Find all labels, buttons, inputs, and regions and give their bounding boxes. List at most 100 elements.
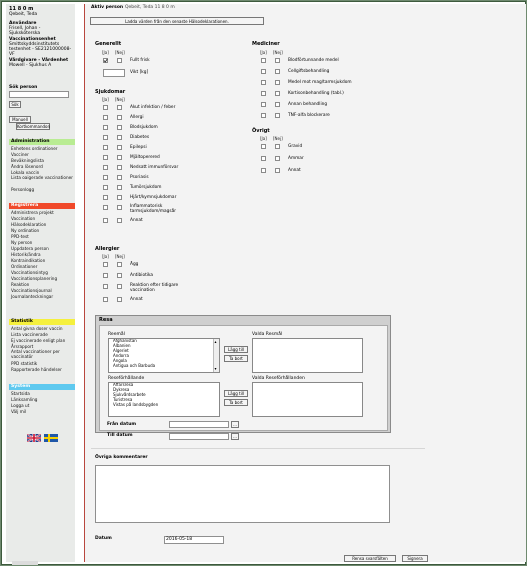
destination-option[interactable]: Antigua och Barbuda	[111, 363, 219, 369]
nav-stats-item[interactable]: Lista vaccinerade	[11, 332, 48, 337]
nav-register-item[interactable]: Ny ordination	[11, 228, 39, 233]
nav-register-item[interactable]: Hälsodeklaration	[11, 222, 46, 227]
disease-no-checkbox[interactable]	[117, 145, 122, 150]
disease-yes-checkbox[interactable]	[103, 185, 108, 190]
medicine-no-checkbox[interactable]	[275, 58, 280, 63]
date-input[interactable]: 2016-05-18	[164, 536, 224, 544]
nav-register-item[interactable]: PPD-test	[11, 234, 29, 239]
to-date-picker-button[interactable]: ...	[231, 433, 239, 440]
destination-list[interactable]: Afghanistan Albanien Algeriet Andorra Angola…	[108, 338, 220, 373]
fully-healthy-yes-checkbox[interactable]	[103, 58, 108, 63]
remove-destination-button[interactable]: Ta bort	[224, 355, 248, 362]
other-yes-checkbox[interactable]	[261, 168, 266, 173]
disease-no-checkbox[interactable]	[117, 185, 122, 190]
disease-no-checkbox[interactable]	[117, 125, 122, 130]
nav-register-item[interactable]: Journalanteckningar	[11, 294, 53, 299]
search-button[interactable]: Sök	[9, 101, 21, 108]
nav-register-item[interactable]: Kontraindikation	[11, 258, 45, 263]
nav-admin-item[interactable]: Enhetens ordinationer	[11, 146, 58, 151]
medicine-no-checkbox[interactable]	[275, 69, 280, 74]
nav-register-item[interactable]: Ordinationer	[11, 264, 37, 269]
other-no-checkbox[interactable]	[275, 168, 280, 173]
from-date-input[interactable]	[169, 421, 229, 428]
selected-travel-forms-list[interactable]	[252, 382, 363, 417]
nav-system-item[interactable]: Välj mil	[11, 409, 26, 414]
disease-yes-checkbox[interactable]	[103, 125, 108, 130]
nav-register-item[interactable]: Vaccination	[11, 216, 35, 221]
disease-no-checkbox[interactable]	[117, 205, 122, 210]
allergy-yes-checkbox[interactable]	[103, 273, 108, 278]
other-yes-checkbox[interactable]	[261, 156, 266, 161]
nav-register-item[interactable]: Vaccinationsjournal	[11, 288, 52, 293]
disease-no-checkbox[interactable]	[117, 115, 122, 120]
medicine-yes-checkbox[interactable]	[261, 80, 266, 85]
nav-admin-item[interactable]: Lista oaigerade vaccinationer	[11, 175, 75, 181]
nav-system-item[interactable]: Startsida	[11, 391, 30, 396]
swedish-flag-icon[interactable]	[44, 434, 58, 442]
disease-yes-checkbox[interactable]	[103, 218, 108, 223]
nav-register-item[interactable]: Reaktion	[11, 282, 29, 287]
nav-stats-item[interactable]: Ej vaccinerade enligt plan	[11, 338, 65, 343]
selected-destinations-list[interactable]	[252, 338, 363, 373]
disease-no-checkbox[interactable]	[117, 218, 122, 223]
to-date-input[interactable]	[169, 433, 229, 440]
nav-register-item[interactable]: Historik/ändra	[11, 252, 41, 257]
medicine-yes-checkbox[interactable]	[261, 69, 266, 74]
nav-admin-item[interactable]: Personlogg	[11, 187, 34, 192]
other-yes-checkbox[interactable]	[261, 144, 266, 149]
allergy-yes-checkbox[interactable]	[103, 284, 108, 289]
load-latest-button[interactable]: Ladda värden från den senaste Hälsodekla…	[90, 17, 264, 25]
nav-register-item[interactable]: Ny person	[11, 240, 32, 245]
fully-healthy-no-checkbox[interactable]	[117, 58, 122, 63]
add-travel-form-button[interactable]: Lägg till	[224, 390, 248, 397]
comments-textarea[interactable]	[95, 465, 390, 523]
nav-register-item[interactable]: Uppdatera person	[11, 246, 49, 251]
disease-no-checkbox[interactable]	[117, 105, 122, 110]
medicine-no-checkbox[interactable]	[275, 80, 280, 85]
allergy-no-checkbox[interactable]	[117, 262, 122, 267]
nav-admin-item[interactable]: Vacciner	[11, 152, 29, 157]
destination-scrollbar[interactable]: ▴ ▾	[213, 339, 219, 372]
medicine-no-checkbox[interactable]	[275, 113, 280, 118]
disease-no-checkbox[interactable]	[117, 155, 122, 160]
allergy-yes-checkbox[interactable]	[103, 262, 108, 267]
nav-stats-item[interactable]: Antal givna doser vaccin	[11, 326, 63, 331]
nav-system-item[interactable]: Logga ut	[11, 403, 29, 408]
weight-input[interactable]	[103, 69, 125, 77]
medicine-no-checkbox[interactable]	[275, 102, 280, 107]
nav-stats-item[interactable]: PPD statistik	[11, 361, 37, 366]
other-no-checkbox[interactable]	[275, 144, 280, 149]
medicine-yes-checkbox[interactable]	[261, 102, 266, 107]
clear-answers-button[interactable]: Rensa svarsfälten	[344, 555, 396, 562]
add-destination-button[interactable]: Lägg till	[224, 346, 248, 353]
allergy-no-checkbox[interactable]	[117, 284, 122, 289]
manual-button[interactable]: Manuell	[9, 116, 31, 123]
medicine-yes-checkbox[interactable]	[261, 91, 266, 96]
disease-yes-checkbox[interactable]	[103, 155, 108, 160]
allergy-no-checkbox[interactable]	[117, 273, 122, 278]
english-flag-icon[interactable]	[27, 434, 41, 442]
disease-yes-checkbox[interactable]	[103, 145, 108, 150]
other-no-checkbox[interactable]	[275, 156, 280, 161]
sign-button[interactable]: Signera	[402, 555, 428, 562]
disease-no-checkbox[interactable]	[117, 135, 122, 140]
nav-admin-item[interactable]: Beväkningslista	[11, 158, 44, 163]
medicine-no-checkbox[interactable]	[275, 91, 280, 96]
nav-system-item[interactable]: Länksamling	[11, 397, 37, 402]
disease-no-checkbox[interactable]	[117, 195, 122, 200]
nav-register-item[interactable]: Vaccinationsplanering	[11, 276, 57, 281]
nav-register-item[interactable]: Vaccinationsintyg	[11, 270, 48, 275]
nav-admin-item[interactable]: Ändra lösenord	[11, 164, 43, 169]
scroll-down-icon[interactable]: ▾	[215, 367, 217, 371]
from-date-picker-button[interactable]: ...	[231, 421, 239, 428]
disease-yes-checkbox[interactable]	[103, 165, 108, 170]
disease-yes-checkbox[interactable]	[103, 115, 108, 120]
allergy-no-checkbox[interactable]	[117, 297, 122, 302]
medicine-yes-checkbox[interactable]	[261, 58, 266, 63]
nav-register-item[interactable]: Administrera projekt	[11, 210, 54, 215]
disease-yes-checkbox[interactable]	[103, 205, 108, 210]
disease-yes-checkbox[interactable]	[103, 175, 108, 180]
search-person-input[interactable]	[9, 91, 69, 98]
nav-stats-item[interactable]: Antal vaccinationer per vaccinatör	[11, 349, 75, 359]
disease-yes-checkbox[interactable]	[103, 135, 108, 140]
